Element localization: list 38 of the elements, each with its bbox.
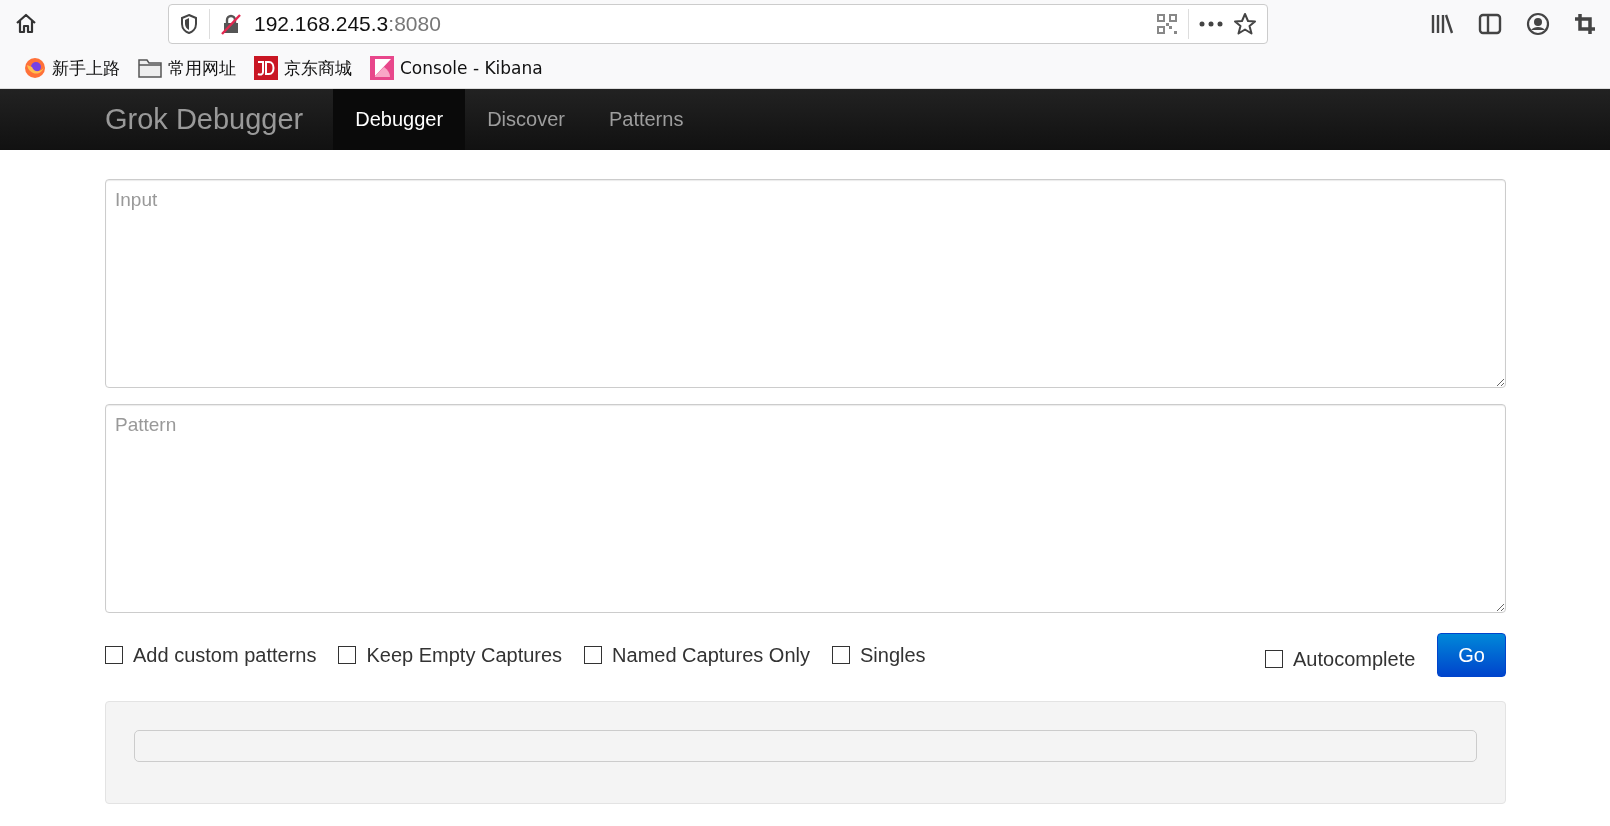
- bookmark-item[interactable]: 常用网址: [138, 56, 236, 80]
- checkbox-label: Singles: [859, 643, 926, 667]
- checkbox-label: Keep Empty Captures: [366, 643, 563, 667]
- input-field[interactable]: Input: [105, 179, 1506, 388]
- qr-code-icon[interactable]: [1156, 13, 1178, 35]
- star-icon[interactable]: [1233, 12, 1257, 36]
- sidebar-icon[interactable]: [1478, 13, 1502, 35]
- shield-icon[interactable]: [179, 13, 199, 35]
- checkbox[interactable]: [831, 646, 850, 664]
- checkbox[interactable]: [105, 646, 123, 664]
- checkbox[interactable]: [1265, 650, 1283, 668]
- address-bar[interactable]: 192.168.245.3:8080: [168, 4, 1268, 44]
- jd-logo-icon: [254, 56, 278, 80]
- brand-title[interactable]: Grok Debugger: [105, 89, 304, 150]
- library-icon[interactable]: [1430, 13, 1454, 35]
- checkbox[interactable]: [338, 646, 357, 664]
- checkbox-label: Named Captures Only: [612, 643, 810, 667]
- checkbox[interactable]: [584, 646, 603, 664]
- kibana-logo-icon: [370, 56, 394, 80]
- folder-icon: [138, 58, 162, 78]
- checkbox-label: Autocomplete: [1293, 647, 1416, 671]
- url-host: 192.168.245.3: [254, 12, 389, 36]
- bookmark-item[interactable]: 新手上路: [24, 56, 120, 80]
- nav-tab[interactable]: Patterns: [586, 89, 706, 150]
- account-icon[interactable]: [1526, 12, 1550, 36]
- home-icon[interactable]: [14, 12, 38, 36]
- firefox-icon: [24, 57, 46, 79]
- url-port: :8080: [388, 12, 441, 36]
- checkbox-label: Add custom patterns: [133, 643, 317, 667]
- nav-tab[interactable]: Discover: [465, 89, 587, 150]
- insecure-lock-icon[interactable]: [220, 13, 242, 35]
- go-button[interactable]: Go: [1437, 633, 1506, 677]
- bookmark-item[interactable]: Console - Kibana: [370, 56, 543, 80]
- bookmark-item[interactable]: 京东商城: [254, 56, 352, 80]
- nav-tab[interactable]: Debugger: [333, 89, 466, 150]
- crop-icon[interactable]: [1574, 13, 1596, 35]
- more-icon[interactable]: [1199, 21, 1223, 27]
- pattern-field[interactable]: Pattern: [105, 404, 1506, 613]
